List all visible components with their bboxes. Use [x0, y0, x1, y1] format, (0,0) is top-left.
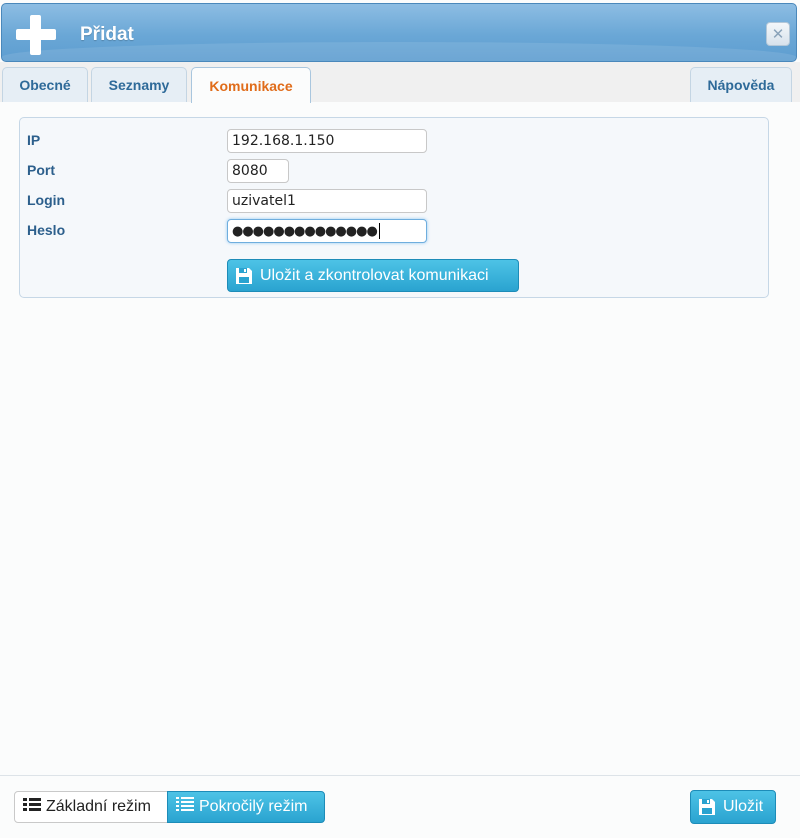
close-icon: ✕	[771, 26, 785, 43]
list-icon	[23, 797, 41, 818]
login-label: Login	[27, 192, 66, 208]
save-and-check-label: Uložit a zkontrolovat komunikaci	[260, 266, 489, 284]
tab-communication[interactable]: Komunikace	[191, 67, 311, 103]
port-value: 8080	[232, 163, 268, 179]
floppy-disk-icon	[698, 798, 716, 816]
dialog-title: Přidat	[80, 24, 134, 45]
communication-panel: IP 192.168.1.150 Port 8080 Login uzivate…	[19, 117, 769, 298]
advanced-mode-button[interactable]: Pokročilý režim	[167, 791, 325, 823]
save-label: Uložit	[723, 798, 764, 815]
close-button[interactable]: ✕	[766, 22, 790, 46]
tab-general[interactable]: Obecné	[2, 67, 88, 102]
password-label: Heslo	[27, 222, 66, 238]
port-label: Port	[27, 162, 55, 178]
plus-icon	[16, 15, 56, 55]
login-value: uzivatel1	[232, 193, 296, 209]
tab-lists[interactable]: Seznamy	[91, 67, 187, 102]
tab-bar: Obecné Seznamy Komunikace Nápověda	[0, 62, 800, 103]
detailed-list-icon	[176, 796, 194, 818]
floppy-disk-icon	[235, 267, 253, 285]
advanced-mode-label: Pokročilý režim	[199, 798, 308, 815]
ip-label: IP	[27, 132, 41, 148]
save-button[interactable]: Uložit	[690, 790, 776, 824]
basic-mode-button[interactable]: Základní režim	[14, 791, 168, 823]
login-input[interactable]: uzivatel1	[227, 189, 427, 213]
password-input[interactable]: ●●●●●●●●●●●●●●	[227, 219, 427, 243]
ip-value: 192.168.1.150	[232, 133, 335, 149]
save-and-check-button[interactable]: Uložit a zkontrolovat komunikaci	[227, 259, 519, 292]
basic-mode-label: Základní režim	[46, 798, 151, 815]
port-input[interactable]: 8080	[227, 159, 289, 183]
text-caret	[378, 223, 380, 239]
dialog-titlebar: Přidat ✕	[1, 3, 797, 62]
ip-input[interactable]: 192.168.1.150	[227, 129, 427, 153]
password-value: ●●●●●●●●●●●●●●	[232, 223, 378, 239]
tab-help[interactable]: Nápověda	[690, 67, 792, 102]
